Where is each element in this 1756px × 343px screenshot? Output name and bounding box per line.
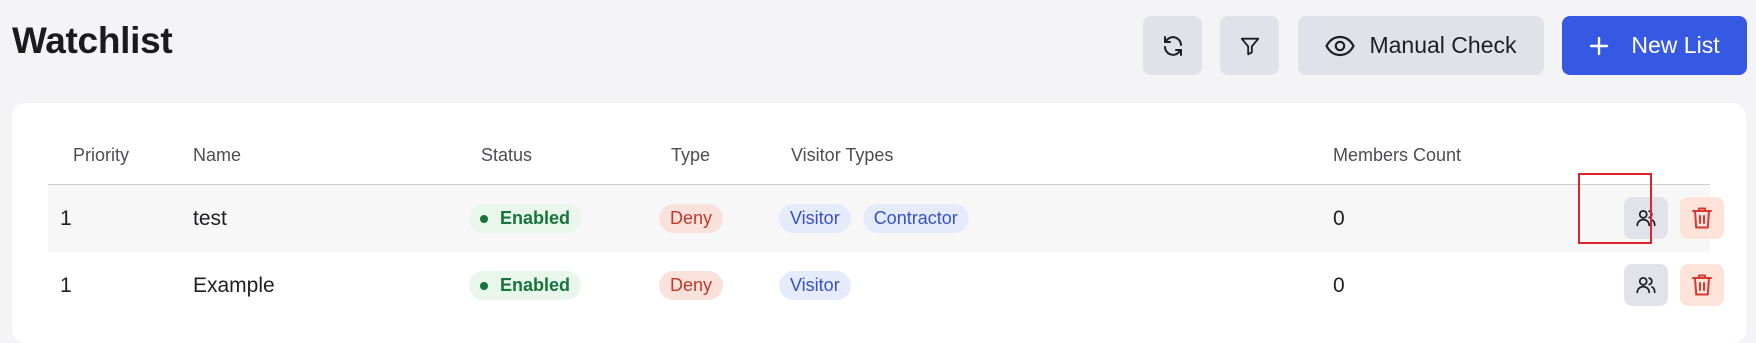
priority-cell: 1 [60, 206, 72, 230]
status-dot-icon [480, 214, 488, 223]
page-header: Watchlist Manual Check New List [0, 0, 1756, 90]
table-row[interactable]: 1 test Enabled Deny Visitor Contractor 0 [48, 185, 1724, 252]
visitor-type-badge: Contractor [862, 204, 969, 233]
trash-icon [1692, 207, 1712, 229]
priority-cell: 1 [60, 273, 72, 297]
new-list-button[interactable]: New List [1562, 16, 1747, 75]
manage-members-button[interactable] [1624, 264, 1668, 306]
new-list-label: New List [1631, 32, 1720, 58]
column-header-type[interactable]: Type [671, 145, 710, 166]
manual-check-button[interactable]: Manual Check [1298, 16, 1544, 75]
table-row[interactable]: 1 Example Enabled Deny Visitor 0 [48, 252, 1724, 319]
users-icon [1636, 209, 1656, 227]
name-cell: Example [193, 273, 275, 297]
visitor-type-badge: Visitor [779, 204, 851, 233]
eye-icon [1325, 35, 1356, 56]
type-cell: Deny [659, 252, 724, 319]
manual-check-label: Manual Check [1369, 32, 1517, 58]
status-label: Enabled [500, 208, 571, 228]
users-icon [1636, 276, 1656, 294]
filter-button[interactable] [1220, 16, 1279, 75]
trash-icon [1692, 274, 1712, 296]
page-title: Watchlist [12, 20, 173, 61]
column-header-visitor-types[interactable]: Visitor Types [791, 145, 893, 166]
table-header: Priority Name Status Type Visitor Types … [48, 133, 1710, 185]
column-header-priority[interactable]: Priority [73, 145, 129, 166]
refresh-icon [1163, 35, 1182, 56]
filter-icon [1240, 37, 1259, 55]
delete-button[interactable] [1680, 197, 1724, 239]
status-badge: Enabled [469, 271, 582, 300]
status-cell: Enabled [469, 185, 582, 252]
name-cell: test [193, 206, 227, 230]
members-count-cell: 0 [1333, 273, 1345, 297]
column-header-status[interactable]: Status [481, 145, 532, 166]
members-count-cell: 0 [1333, 206, 1345, 230]
type-badge: Deny [659, 204, 724, 233]
column-header-members-count[interactable]: Members Count [1333, 145, 1461, 166]
column-header-name[interactable]: Name [193, 145, 241, 166]
refresh-button[interactable] [1143, 16, 1202, 75]
plus-icon [1590, 36, 1609, 55]
visitor-type-badge: Visitor [779, 271, 851, 300]
type-cell: Deny [659, 185, 724, 252]
status-label: Enabled [500, 275, 571, 295]
manage-members-button[interactable] [1624, 197, 1668, 239]
status-dot-icon [480, 281, 488, 290]
watchlist-table-card: Priority Name Status Type Visitor Types … [12, 103, 1746, 343]
delete-button[interactable] [1680, 264, 1724, 306]
type-badge: Deny [659, 271, 724, 300]
status-cell: Enabled [469, 252, 582, 319]
status-badge: Enabled [469, 204, 582, 233]
visitor-types-cell: Visitor Contractor [779, 185, 981, 252]
visitor-types-cell: Visitor [779, 252, 863, 319]
